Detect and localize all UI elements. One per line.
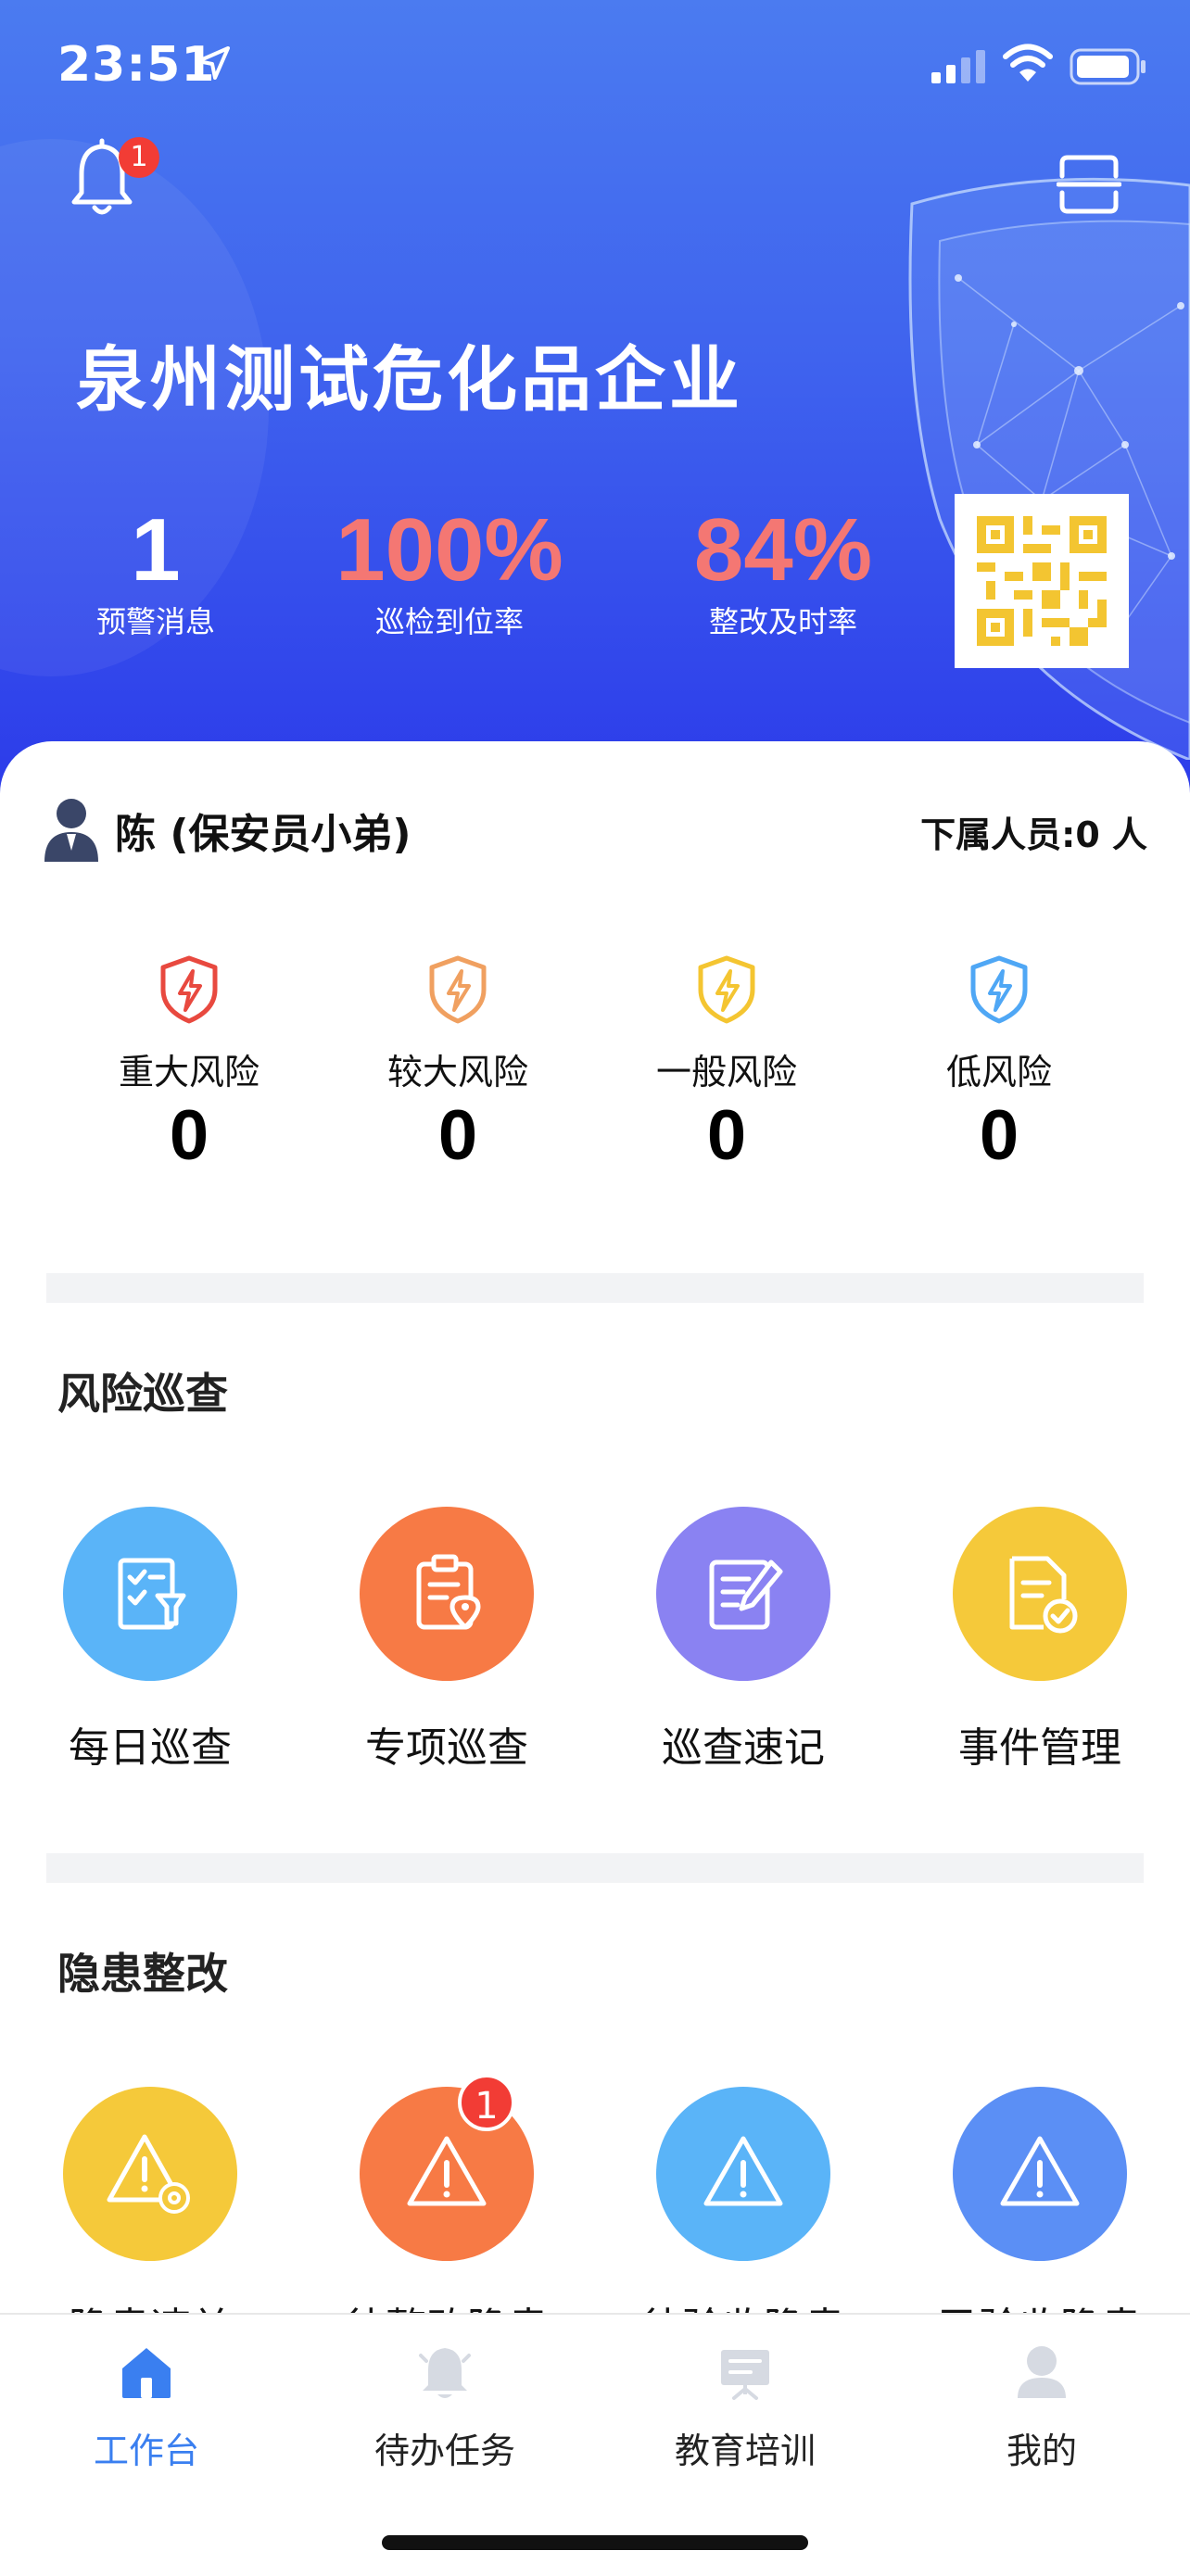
daily-patrol-button[interactable] xyxy=(63,1507,237,1681)
company-name: 泉州测试危化品企业 xyxy=(76,338,743,421)
tab-todo[interactable]: 待办任务 xyxy=(315,2342,575,2473)
pending-count-badge: 1 xyxy=(458,2074,515,2131)
section-divider xyxy=(46,1853,1144,1883)
stat-label: 巡检到位率 xyxy=(374,604,524,639)
user-icon xyxy=(1018,2346,1066,2398)
wifi-icon xyxy=(1003,44,1053,82)
user-avatar-icon xyxy=(44,799,98,862)
accepted-button[interactable] xyxy=(953,2087,1127,2261)
section-divider xyxy=(46,1273,1144,1303)
risk-label: 一般风险 xyxy=(655,1052,797,1092)
main-panel: 陈 (保安员小弟) 下属人员:0 人 重大风险 0 较大风险 0 一般风险 0 … xyxy=(0,741,1190,2352)
warning-icon xyxy=(1000,2136,1080,2206)
location-arrow-icon xyxy=(196,46,230,80)
risk-count: 0 xyxy=(169,1096,209,1175)
tab-label: 教育培训 xyxy=(674,2431,816,2471)
tab-label: 待办任务 xyxy=(373,2431,515,2471)
grid-label: 事件管理 xyxy=(958,1724,1121,1772)
risk-count: 0 xyxy=(979,1096,1019,1175)
section-title-hazard: 隐患整改 xyxy=(57,1949,228,1999)
tab-label: 我的 xyxy=(1006,2431,1077,2471)
note-edit-icon xyxy=(709,1559,783,1630)
home-icon xyxy=(122,2348,171,2398)
status-time: 23:51 xyxy=(57,37,216,93)
stat-warning-messages[interactable]: 1 预警消息 xyxy=(54,502,258,641)
notification-badge: 1 xyxy=(119,137,159,178)
shield-lightning-icon xyxy=(698,955,755,1024)
user-info-row: 陈 (保安员小弟) 下属人员:0 人 xyxy=(0,741,1190,908)
risk-summary: 重大风险 0 较大风险 0 一般风险 0 低风险 0 xyxy=(0,954,1190,1214)
quick-notes-button[interactable] xyxy=(656,1507,830,1681)
document-check-icon xyxy=(1009,1556,1078,1634)
stat-value: 1 xyxy=(131,500,181,600)
bell-icon xyxy=(419,2348,471,2398)
shield-lightning-icon xyxy=(970,955,1028,1024)
stat-value: 100% xyxy=(335,500,563,600)
risk-count: 0 xyxy=(706,1096,747,1175)
risk-label: 较大风险 xyxy=(386,1052,528,1092)
grid-label: 专项巡查 xyxy=(365,1724,528,1772)
clipboard-location-icon xyxy=(416,1554,481,1630)
grid-label: 巡查速记 xyxy=(662,1724,825,1772)
scan-icon[interactable] xyxy=(1057,154,1121,215)
grid-item-event-management[interactable]: 事件管理 xyxy=(919,1507,1160,1774)
risk-significant[interactable]: 较大风险 0 xyxy=(347,954,569,1178)
status-bar: 23:51 xyxy=(0,0,1190,139)
battery-icon xyxy=(1070,48,1146,85)
risk-general[interactable]: 一般风险 0 xyxy=(615,954,838,1178)
risk-major[interactable]: 重大风险 0 xyxy=(78,954,300,1178)
stat-label: 预警消息 xyxy=(95,604,215,639)
cellular-signal-icon xyxy=(931,50,985,83)
special-patrol-button[interactable] xyxy=(360,1507,534,1681)
shield-lightning-icon xyxy=(160,955,218,1024)
grid-label: 每日巡查 xyxy=(69,1724,232,1772)
grid-item-special-patrol[interactable]: 专项巡查 xyxy=(326,1507,567,1774)
risk-label: 低风险 xyxy=(945,1052,1052,1092)
event-management-button[interactable] xyxy=(953,1507,1127,1681)
qr-code[interactable] xyxy=(955,494,1129,668)
qr-code-icon xyxy=(977,516,1107,646)
subordinate-count[interactable]: 下属人员:0 人 xyxy=(920,806,1147,857)
grid-item-quick-notes[interactable]: 巡查速记 xyxy=(623,1507,864,1774)
stat-inspection-rate[interactable]: 100% 巡检到位率 xyxy=(306,502,593,641)
grid-item-daily-patrol[interactable]: 每日巡查 xyxy=(30,1507,271,1774)
tab-training[interactable]: 教育培训 xyxy=(615,2342,875,2473)
home-indicator[interactable] xyxy=(382,2535,808,2550)
stat-rectification-rate[interactable]: 84% 整改及时率 xyxy=(667,502,899,641)
stat-value: 84% xyxy=(693,500,873,600)
tab-mine[interactable]: 我的 xyxy=(912,2342,1171,2473)
section-title-patrol: 风险巡查 xyxy=(57,1369,228,1419)
header-banner: 23:51 1 泉州测试危化品企业 1 预警消息 100% 巡检到位率 84% … xyxy=(0,0,1190,797)
tab-workbench[interactable]: 工作台 xyxy=(17,2342,276,2473)
user-name: 陈 (保安员小弟) xyxy=(115,811,411,858)
warning-icon xyxy=(703,2136,783,2206)
warning-icon xyxy=(407,2136,487,2206)
stat-label: 整改及时率 xyxy=(708,604,857,639)
shield-network-graphic xyxy=(908,177,1190,760)
shield-lightning-icon xyxy=(429,955,487,1024)
hazard-quick-close-button[interactable] xyxy=(63,2087,237,2261)
risk-label: 重大风险 xyxy=(118,1052,260,1092)
checklist-icon xyxy=(118,1558,186,1630)
warning-gear-icon xyxy=(107,2134,190,2214)
risk-count: 0 xyxy=(437,1096,478,1175)
pending-rectification-button[interactable]: 1 xyxy=(360,2074,534,2261)
tab-label: 工作台 xyxy=(93,2431,199,2471)
pending-acceptance-button[interactable] xyxy=(656,2087,830,2261)
risk-low[interactable]: 低风险 0 xyxy=(888,954,1110,1178)
presentation-icon xyxy=(721,2350,769,2400)
